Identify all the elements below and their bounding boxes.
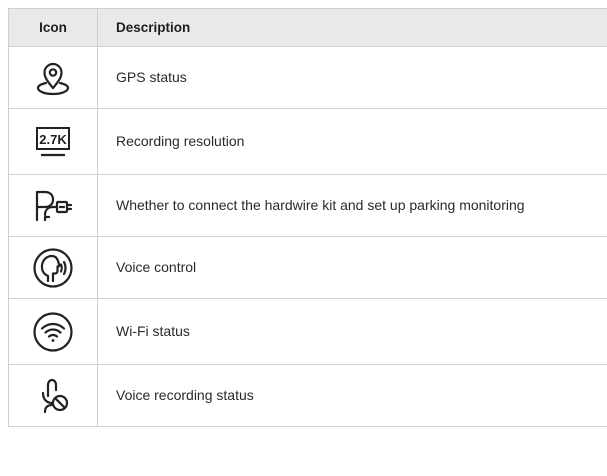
microphone-muted-icon <box>33 376 73 416</box>
description-cell: Recording resolution <box>116 133 245 149</box>
table-row: Voice control <box>8 237 607 299</box>
table-row: 2.7K Recording resolution <box>8 109 607 175</box>
parking-hardwire-kit-icon <box>31 188 75 224</box>
description-cell: GPS status <box>116 69 187 85</box>
header-description: Description <box>116 20 191 35</box>
description-cell: Voice recording status <box>116 387 254 403</box>
table-row: Wi-Fi status <box>8 299 607 365</box>
header-icon: Icon <box>8 9 98 46</box>
voice-control-icon <box>32 247 74 289</box>
table-header-row: Icon Description <box>8 9 607 47</box>
table-row: Voice recording status <box>8 365 607 427</box>
icon-description-table: Icon Description GPS status 2.7K Recordi… <box>8 8 607 427</box>
description-cell: Voice control <box>116 259 197 275</box>
wifi-icon <box>32 311 74 353</box>
description-cell: Wi-Fi status <box>116 323 190 339</box>
svg-text:2.7K: 2.7K <box>39 132 67 147</box>
table-row: GPS status <box>8 47 607 109</box>
gps-location-pin-icon <box>33 58 73 98</box>
table-row: Whether to connect the hardwire kit and … <box>8 175 607 237</box>
description-cell: Whether to connect the hardwire kit and … <box>116 197 525 213</box>
resolution-2-7k-icon: 2.7K <box>33 125 73 159</box>
